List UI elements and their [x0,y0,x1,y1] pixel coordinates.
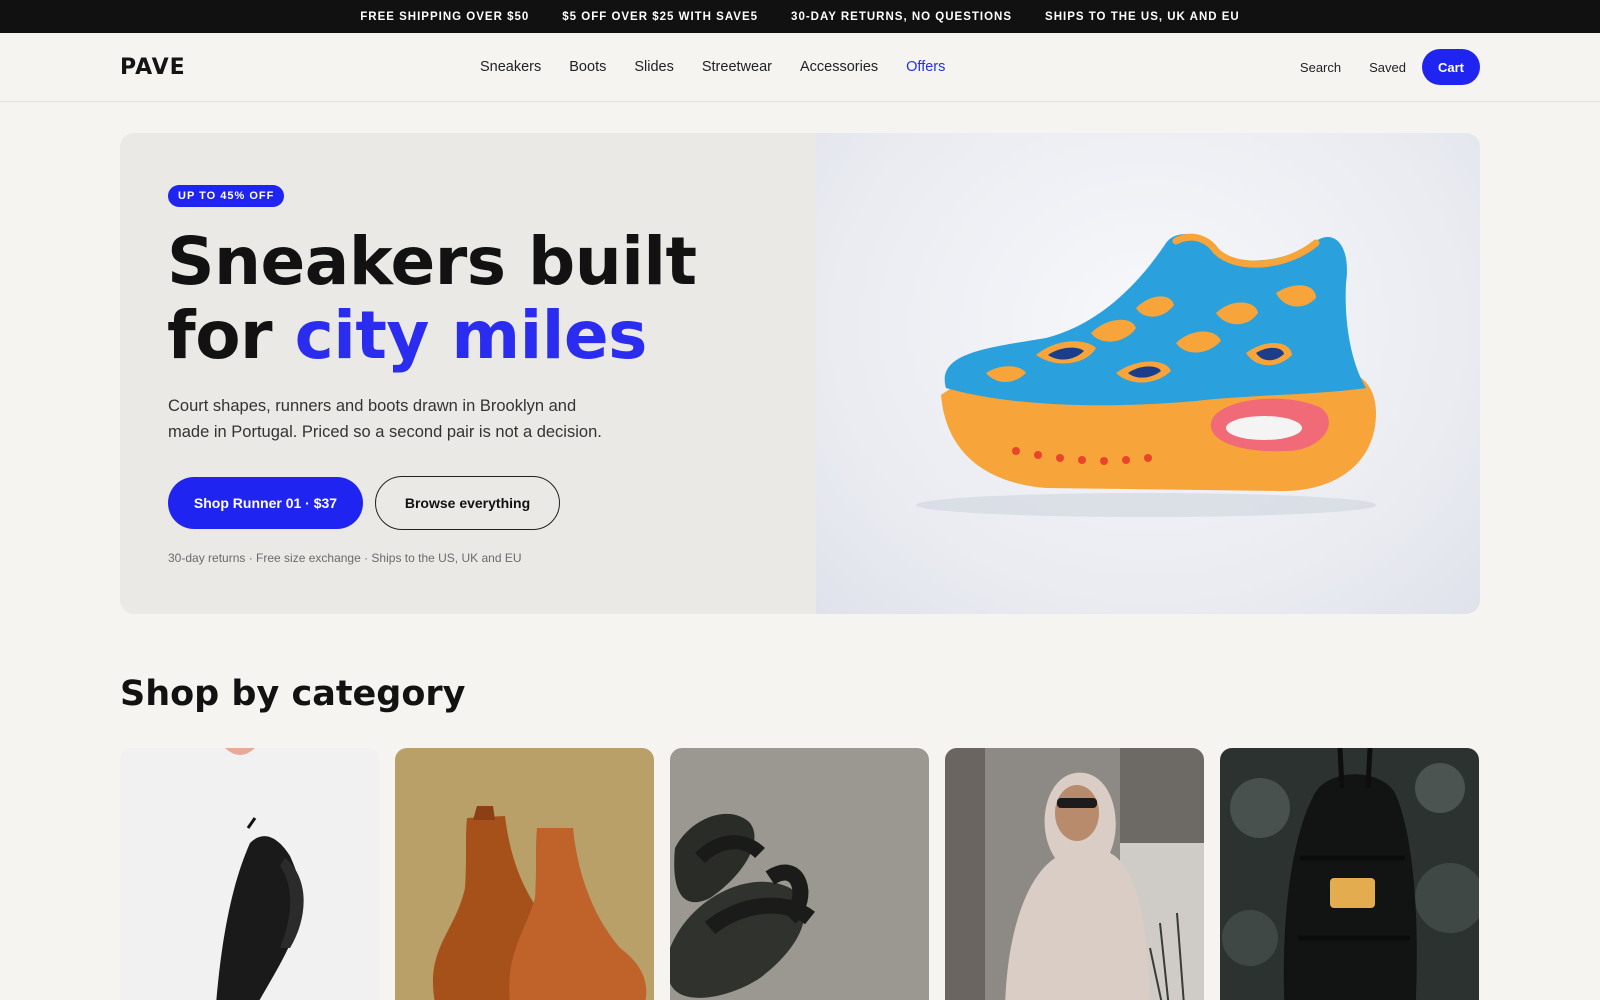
nav-link-offers[interactable]: Offers [906,59,945,75]
brown-brogue-boots-photo [395,748,654,1000]
hero-banner: UP TO 45% OFF Sneakers built for city mi… [120,133,1480,614]
announcement-item: $5 OFF OVER $25 WITH SAVE5 [562,10,759,23]
header-actions: Search Saved Cart [1300,49,1480,85]
headline-line-1: Sneakers built [167,223,697,300]
main-nav: Sneakers Boots Slides Streetwear Accesso… [480,33,945,101]
nav-link-accessories[interactable]: Accessories [800,59,878,75]
site-header: PAVE Sneakers Boots Slides Streetwear Ac… [0,33,1600,102]
category-grid [120,748,1479,1000]
category-card-streetwear[interactable] [945,748,1204,1000]
announcement-item: 30-DAY RETURNS, NO QUESTIONS [791,10,1013,23]
hero-fineprint: 30-day returns · Free size exchange · Sh… [168,551,522,565]
black-slides-photo [670,748,929,1000]
announcement-item: FREE SHIPPING OVER $50 [360,10,530,23]
hero-product-image[interactable] [816,133,1480,614]
category-card-slides[interactable] [670,748,929,1000]
nav-link-boots[interactable]: Boots [569,59,606,75]
hero-subtext: Court shapes, runners and boots drawn in… [168,397,602,441]
black-backpack-photo [1220,748,1479,1000]
nav-link-sneakers[interactable]: Sneakers [480,59,541,75]
hero-headline: Sneakers built for city miles [167,225,697,373]
announcement-item: SHIPS TO THE US, UK AND EU [1045,10,1240,23]
headline-accent: city miles [294,297,648,374]
saved-link[interactable]: Saved [1369,60,1406,75]
hero-copy: UP TO 45% OFF Sneakers built for city mi… [120,133,816,614]
shop-runner-button[interactable]: Shop Runner 01 · $37 [168,477,363,529]
section-title-categories: Shop by category [120,674,466,714]
announcement-bar: FREE SHIPPING OVER $50 $5 OFF OVER $25 W… [0,0,1600,33]
headline-line-2-prefix: for [167,297,295,374]
hoodie-streetwear-photo [945,748,1204,1000]
search-link[interactable]: Search [1300,60,1341,75]
black-sneaker-photo [120,748,379,1000]
brand-logo[interactable]: PAVE [120,55,186,80]
nav-link-slides[interactable]: Slides [634,59,674,75]
category-card-accessories[interactable] [1220,748,1479,1000]
cart-button[interactable]: Cart [1422,49,1480,85]
browse-everything-button[interactable]: Browse everything [375,476,560,530]
category-card-sneakers[interactable] [120,748,379,1000]
category-card-boots[interactable] [395,748,654,1000]
nav-link-streetwear[interactable]: Streetwear [702,59,772,75]
sneaker-illustration [916,233,1376,517]
discount-badge: UP TO 45% OFF [168,185,285,207]
